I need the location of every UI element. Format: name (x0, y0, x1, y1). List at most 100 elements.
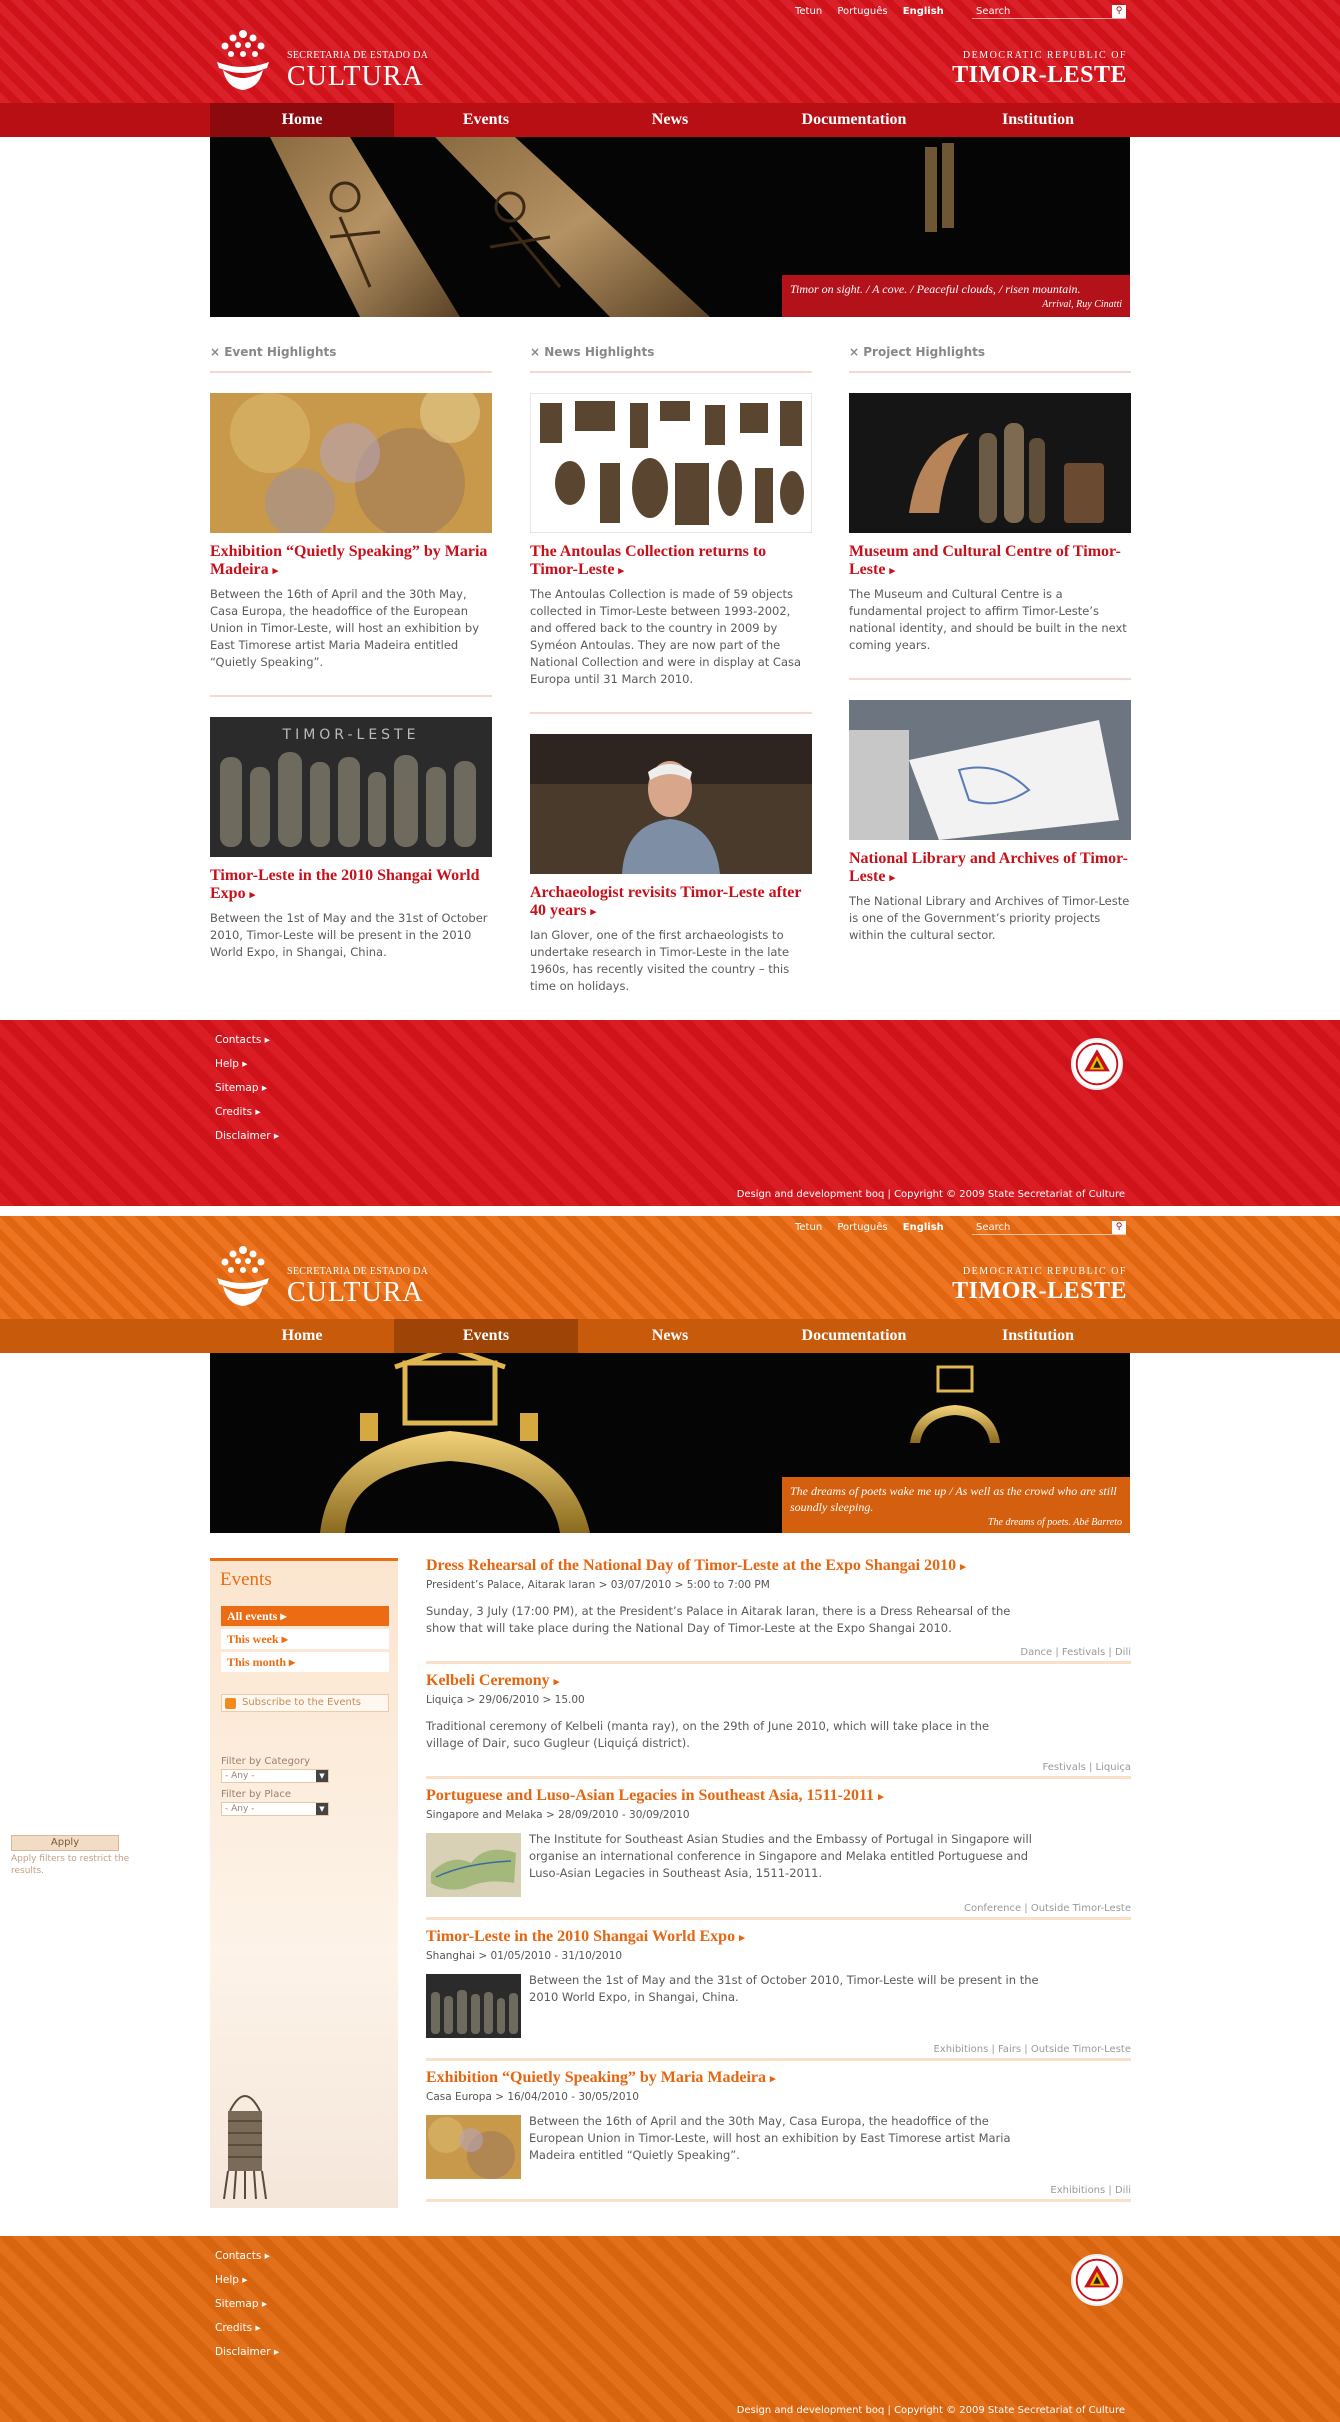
event-tags[interactable]: Festivals | Liquiça (1043, 1762, 1131, 1773)
footer-link-disclaimer[interactable]: Disclaimer ▸ (215, 2344, 279, 2368)
event-title[interactable]: Kelbeli Ceremony ▸ (426, 1671, 1131, 1692)
statues-thumbnail-image[interactable] (426, 1974, 521, 2038)
event-item[interactable]: Kelbeli Ceremony ▸ Liquiça > 29/06/2010 … (426, 1671, 1131, 1752)
card-title[interactable]: Exhibition “Quietly Speaking” by Maria M… (210, 543, 492, 580)
banner-caption: The dreams of poets wake me up / As well… (782, 1477, 1130, 1533)
museum-artifacts-image[interactable] (849, 393, 1131, 533)
nav-home[interactable]: Home (210, 1319, 394, 1353)
nav-documentation[interactable]: Documentation (762, 1319, 946, 1353)
search-icon[interactable]: ⚲ (1112, 5, 1126, 18)
cultura-logo[interactable]: SECRETARIA DE ESTADO DA CULTURA (213, 1244, 433, 1314)
chevron-down-icon[interactable]: ▼ (316, 1770, 328, 1782)
nav-events[interactable]: Events (394, 103, 578, 137)
arrow-right-icon: ▸ (590, 906, 596, 918)
screenshot-separator (0, 1206, 1340, 1216)
highlight-card[interactable]: Museum and Cultural Centre of Timor-Lest… (849, 393, 1131, 654)
apply-filters-button[interactable]: Apply (11, 1835, 119, 1851)
divider (210, 695, 492, 697)
events-filter-menu: All events ▸ This week ▸ This month ▸ (221, 1606, 389, 1675)
cultura-logo[interactable]: SECRETARIA DE ESTADO DA CULTURA (213, 28, 433, 98)
event-tags[interactable]: Dance | Festivals | Dili (1020, 1647, 1131, 1658)
card-text: The Antoulas Collection is made of 59 ob… (530, 587, 802, 686)
event-item[interactable]: Timor-Leste in the 2010 Shangai World Ex… (426, 1927, 1131, 2040)
apply-note: Apply filters to restrict the results. (11, 1854, 130, 1876)
divider (426, 2058, 1131, 2061)
timor-leste-statues-image[interactable]: TIMOR-LESTE (210, 717, 492, 857)
lang-english[interactable]: English (903, 6, 944, 17)
nav-documentation[interactable]: Documentation (762, 103, 946, 137)
lang-tetun[interactable]: Tetun (795, 1222, 822, 1233)
card-title[interactable]: Timor-Leste in the 2010 Shangai World Ex… (210, 867, 492, 904)
search-input[interactable]: Search (972, 1221, 1126, 1235)
footer-links: Contacts ▸ Help ▸ Sitemap ▸ Credits ▸ Di… (215, 2248, 279, 2368)
lang-portugues[interactable]: Português (837, 6, 887, 17)
footer-link-sitemap[interactable]: Sitemap ▸ (215, 2296, 279, 2320)
archaeologist-photo[interactable] (530, 734, 812, 874)
footer-link-credits[interactable]: Credits ▸ (215, 1104, 279, 1128)
project-highlights-column: × Project Highlights Museum and Cultural… (849, 345, 1131, 944)
library-plans-image[interactable] (849, 700, 1131, 840)
lang-portugues[interactable]: Português (837, 1222, 887, 1233)
banner-quote: Timor on sight. / A cove. / Peaceful clo… (790, 282, 1081, 296)
card-title[interactable]: Museum and Cultural Centre of Timor-Lest… (849, 543, 1131, 580)
nav-institution[interactable]: Institution (946, 103, 1130, 137)
highlight-card[interactable]: National Library and Archives of Timor-L… (849, 700, 1131, 944)
arrow-right-icon: ▸ (272, 565, 279, 577)
nav-news[interactable]: News (578, 103, 762, 137)
column-heading: × Project Highlights (849, 345, 1131, 373)
menu-this-week[interactable]: This week ▸ (221, 1629, 389, 1649)
event-description: Between the 16th of April and the 30th M… (529, 2114, 1011, 2162)
nav-news[interactable]: News (578, 1319, 762, 1353)
event-title[interactable]: Timor-Leste in the 2010 Shangai World Ex… (426, 1927, 1131, 1948)
place-select[interactable]: - Any - ▼ (221, 1802, 329, 1816)
abstract-painting-image[interactable] (210, 393, 492, 533)
footer-link-help[interactable]: Help ▸ (215, 2272, 279, 2296)
search-input[interactable]: Search (972, 5, 1126, 19)
highlight-card[interactable]: The Antoulas Collection returns to Timor… (530, 393, 812, 688)
highlight-card[interactable]: TIMOR-LESTE Timor-Leste in the 2010 Shan… (210, 717, 492, 961)
footer-link-help[interactable]: Help ▸ (215, 1056, 279, 1080)
card-title[interactable]: The Antoulas Collection returns to Timor… (530, 543, 812, 580)
antoulas-collection-image[interactable] (530, 393, 812, 533)
footer-link-disclaimer[interactable]: Disclaimer ▸ (215, 1128, 279, 1152)
footer-link-contacts[interactable]: Contacts ▸ (215, 2248, 279, 2272)
category-select[interactable]: - Any - ▼ (221, 1769, 329, 1783)
subscribe-events-button[interactable]: Subscribe to the Events (221, 1694, 389, 1712)
card-title[interactable]: National Library and Archives of Timor-L… (849, 850, 1131, 887)
chevron-down-icon[interactable]: ▼ (316, 1803, 328, 1815)
column-heading: × News Highlights (530, 345, 812, 373)
nav-events[interactable]: Events (394, 1319, 578, 1353)
painting-thumbnail-image[interactable] (426, 2115, 521, 2179)
event-title[interactable]: Portuguese and Luso-Asian Legacies in So… (426, 1786, 1131, 1807)
footer-link-contacts[interactable]: Contacts ▸ (215, 1032, 279, 1056)
event-title[interactable]: Dress Rehearsal of the National Day of T… (426, 1556, 1131, 1577)
menu-this-month[interactable]: This month ▸ (221, 1652, 389, 1672)
highlight-card[interactable]: Exhibition “Quietly Speaking” by Maria M… (210, 393, 492, 671)
card-text: Between the 16th of April and the 30th M… (210, 587, 479, 669)
nav-institution[interactable]: Institution (946, 1319, 1130, 1353)
lang-english[interactable]: English (903, 1222, 944, 1233)
card-text: Ian Glover, one of the first archaeologi… (530, 928, 790, 993)
arrow-right-icon: ▸ (889, 565, 895, 577)
search-icon[interactable]: ⚲ (1112, 1221, 1126, 1234)
copyright-text: Design and development boq | Copyright ©… (736, 2405, 1125, 2416)
event-tags[interactable]: Conference | Outside Timor-Leste (964, 1903, 1131, 1914)
lang-tetun[interactable]: Tetun (795, 6, 822, 17)
event-tags[interactable]: Exhibitions | Fairs | Outside Timor-Lest… (933, 2044, 1131, 2055)
event-title[interactable]: Exhibition “Quietly Speaking” by Maria M… (426, 2068, 1131, 2089)
card-title[interactable]: Archaeologist revisits Timor-Leste after… (530, 884, 812, 921)
logo-tree-icon (217, 30, 269, 90)
map-thumbnail-image[interactable] (426, 1833, 521, 1897)
highlight-card[interactable]: Archaeologist revisits Timor-Leste after… (530, 734, 812, 995)
footer-link-sitemap[interactable]: Sitemap ▸ (215, 1080, 279, 1104)
event-description: Between the 1st of May and the 31st of O… (529, 1973, 1039, 2004)
menu-all-events[interactable]: All events ▸ (221, 1606, 389, 1626)
event-tags[interactable]: Exhibitions | Dili (1050, 2185, 1131, 2196)
event-item[interactable]: Exhibition “Quietly Speaking” by Maria M… (426, 2068, 1131, 2181)
nav-home[interactable]: Home (210, 103, 394, 137)
arrow-right-icon: ▸ (249, 889, 256, 901)
event-item[interactable]: Portuguese and Luso-Asian Legacies in So… (426, 1786, 1131, 1899)
event-item[interactable]: Dress Rehearsal of the National Day of T… (426, 1556, 1131, 1637)
footer-link-credits[interactable]: Credits ▸ (215, 2320, 279, 2344)
site-header: Tetun Português English Search ⚲ SECRETA… (0, 0, 1340, 103)
